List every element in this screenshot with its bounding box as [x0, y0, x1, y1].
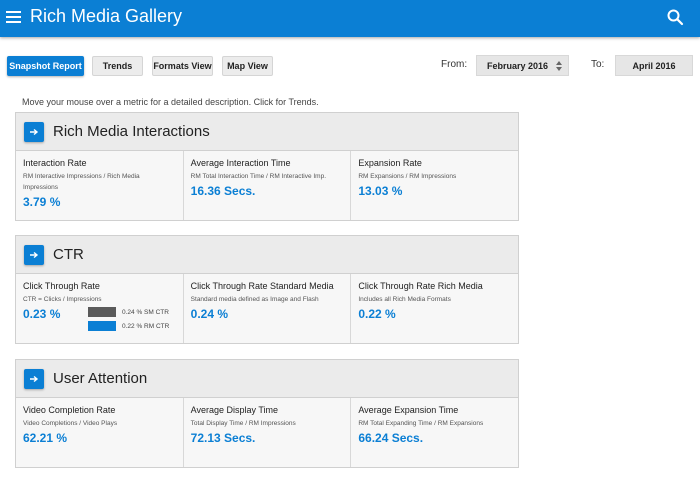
expand-button[interactable]: [24, 244, 44, 265]
metric-name: Click Through Rate Standard Media: [190, 281, 334, 291]
hamburger-menu-icon[interactable]: [6, 9, 23, 25]
metric-average-display-time[interactable]: Average Display Time Total Display Time …: [183, 398, 352, 467]
sm-ctr-swatch: [88, 307, 116, 317]
metric-name: Click Through Rate Rich Media: [358, 281, 483, 291]
panel-body: Video Completion Rate Video Completions …: [16, 397, 519, 467]
app-title: Rich Media Gallery: [30, 6, 183, 26]
metric-value: 16.36 Secs.: [190, 184, 256, 198]
metric-name: Average Display Time: [190, 405, 279, 415]
panel-rich-media-interactions: Rich Media Interactions Interaction Rate…: [15, 112, 519, 221]
metric-value: 0.24 %: [190, 307, 229, 321]
to-date-value: April 2016: [632, 60, 676, 71]
to-date-select[interactable]: April 2016: [615, 55, 693, 76]
panel-header: CTR: [16, 236, 518, 273]
metric-video-completion-rate[interactable]: Video Completion Rate Video Completions …: [16, 398, 184, 467]
metric-interaction-rate[interactable]: Interaction Rate RM Interactive Impressi…: [16, 151, 184, 220]
metric-name: Expansion Rate: [358, 158, 422, 168]
metric-name: Video Completion Rate: [23, 405, 116, 415]
legend-label: 0.22 % RM CTR: [122, 322, 170, 330]
arrow-right-icon: [30, 251, 39, 258]
hint-text: Move your mouse over a metric for a deta…: [22, 97, 319, 107]
panel-header: Rich Media Interactions: [16, 113, 518, 150]
metric-expansion-rate[interactable]: Expansion Rate RM Expansions / RM Impres…: [351, 151, 519, 220]
arrow-right-icon: [30, 375, 39, 382]
legend-sm-ctr: 0.24 % SM CTR: [88, 307, 180, 317]
metric-description: RM Total Interaction Time / RM Interacti…: [190, 173, 327, 180]
to-label: To:: [591, 59, 605, 70]
panel-user-attention: User Attention Video Completion Rate Vid…: [15, 359, 519, 468]
metric-value: 0.22 %: [358, 307, 396, 321]
spinner-arrows-icon: [556, 61, 562, 71]
metric-description: RM Total Expanding Time / RM Expansions: [358, 420, 484, 427]
metric-value: 13.03 %: [358, 184, 403, 198]
metric-description: Includes all Rich Media Formats: [358, 296, 451, 303]
metric-description: Video Completions / Video Plays: [23, 420, 118, 427]
metric-name: Interaction Rate: [23, 158, 87, 168]
legend-rm-ctr: 0.22 % RM CTR: [88, 321, 180, 331]
metric-description: Total Display Time / RM Impressions: [190, 420, 296, 427]
metric-name: Click Through Rate: [23, 281, 100, 291]
map-view-button[interactable]: Map View: [222, 56, 273, 76]
rm-ctr-swatch: [88, 321, 116, 331]
trends-button[interactable]: Trends: [92, 56, 143, 76]
metric-description: CTR = Clicks / Impressions: [23, 296, 102, 303]
metric-description: Standard media defined as Image and Flas…: [190, 296, 319, 303]
from-date-value: February 2016: [486, 60, 549, 71]
expand-button[interactable]: [24, 121, 44, 142]
metric-value: 66.24 Secs.: [358, 431, 424, 445]
metric-ctr-standard-media[interactable]: Click Through Rate Standard Media Standa…: [183, 274, 352, 343]
from-label: From:: [441, 59, 468, 70]
metric-value: 72.13 Secs.: [190, 431, 256, 445]
metric-name: Average Interaction Time: [190, 158, 291, 168]
metric-average-expansion-time[interactable]: Average Expansion Time RM Total Expandin…: [351, 398, 519, 467]
panel-title: Rich Media Interactions: [53, 123, 210, 140]
formats-view-button[interactable]: Formats View: [152, 56, 213, 76]
metric-value: 3.79 %: [23, 195, 61, 209]
metric-average-interaction-time[interactable]: Average Interaction Time RM Total Intera…: [183, 151, 352, 220]
panel-header: User Attention: [16, 360, 518, 397]
app-bar: Rich Media Gallery: [0, 0, 700, 37]
panel-title: CTR: [53, 246, 84, 263]
expand-button[interactable]: [24, 368, 44, 389]
metric-description: RM Interactive Impressions / Rich Media …: [23, 173, 140, 191]
legend-label: 0.24 % SM CTR: [122, 308, 169, 316]
snapshot-report-button[interactable]: Snapshot Report: [7, 56, 84, 76]
metric-ctr-rich-media[interactable]: Click Through Rate Rich Media Includes a…: [351, 274, 519, 343]
search-icon[interactable]: [666, 8, 684, 26]
metric-description: RM Expansions / RM Impressions: [358, 173, 457, 180]
arrow-right-icon: [30, 128, 39, 135]
from-date-select[interactable]: February 2016: [476, 55, 569, 76]
metric-name: Average Expansion Time: [358, 405, 459, 415]
metric-value: 62.21 %: [23, 431, 68, 445]
metric-click-through-rate[interactable]: Click Through Rate CTR = Clicks / Impres…: [16, 274, 184, 343]
panel-title: User Attention: [53, 370, 148, 387]
panel-body: Interaction Rate RM Interactive Impressi…: [16, 150, 519, 220]
panel-body: Click Through Rate CTR = Clicks / Impres…: [16, 273, 519, 343]
panel-ctr: CTR Click Through Rate CTR = Clicks / Im…: [15, 235, 519, 344]
